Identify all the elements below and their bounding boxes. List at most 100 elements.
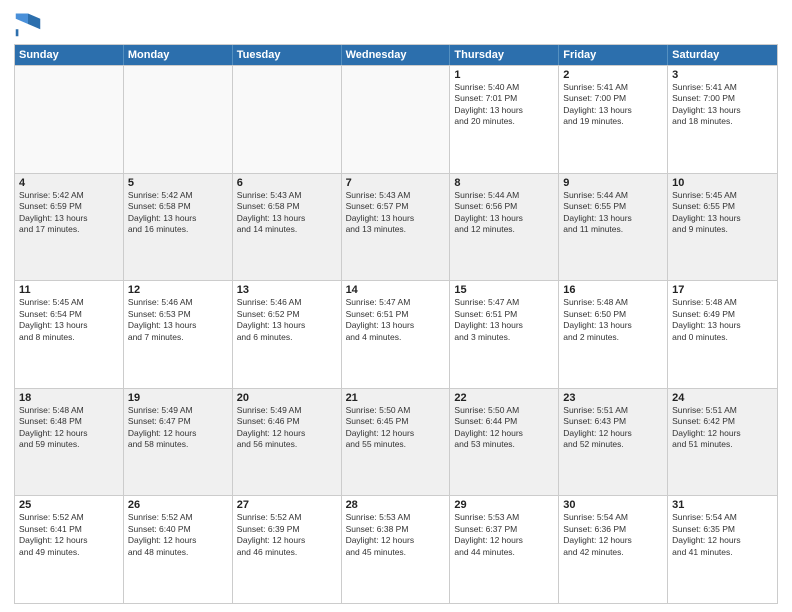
day-number: 21 [346, 392, 446, 404]
day-number: 2 [563, 69, 663, 81]
cal-cell: 12Sunrise: 5:46 AM Sunset: 6:53 PM Dayli… [124, 281, 233, 388]
cell-text: Sunrise: 5:53 AM Sunset: 6:38 PM Dayligh… [346, 512, 446, 558]
cal-cell: 7Sunrise: 5:43 AM Sunset: 6:57 PM Daylig… [342, 174, 451, 281]
cal-cell: 21Sunrise: 5:50 AM Sunset: 6:45 PM Dayli… [342, 389, 451, 496]
cell-text: Sunrise: 5:48 AM Sunset: 6:48 PM Dayligh… [19, 405, 119, 451]
cal-cell [233, 66, 342, 173]
day-number: 1 [454, 69, 554, 81]
day-number: 13 [237, 284, 337, 296]
cal-row-3: 18Sunrise: 5:48 AM Sunset: 6:48 PM Dayli… [15, 388, 777, 496]
cal-cell: 16Sunrise: 5:48 AM Sunset: 6:50 PM Dayli… [559, 281, 668, 388]
cal-cell: 10Sunrise: 5:45 AM Sunset: 6:55 PM Dayli… [668, 174, 777, 281]
cal-cell: 1Sunrise: 5:40 AM Sunset: 7:01 PM Daylig… [450, 66, 559, 173]
day-number: 18 [19, 392, 119, 404]
cal-cell: 24Sunrise: 5:51 AM Sunset: 6:42 PM Dayli… [668, 389, 777, 496]
day-number: 6 [237, 177, 337, 189]
cell-text: Sunrise: 5:40 AM Sunset: 7:01 PM Dayligh… [454, 82, 554, 128]
day-number: 29 [454, 499, 554, 511]
day-number: 8 [454, 177, 554, 189]
day-number: 30 [563, 499, 663, 511]
cal-cell: 13Sunrise: 5:46 AM Sunset: 6:52 PM Dayli… [233, 281, 342, 388]
day-number: 3 [672, 69, 773, 81]
logo [14, 10, 46, 38]
cal-cell: 29Sunrise: 5:53 AM Sunset: 6:37 PM Dayli… [450, 496, 559, 603]
cell-text: Sunrise: 5:47 AM Sunset: 6:51 PM Dayligh… [346, 297, 446, 343]
day-number: 26 [128, 499, 228, 511]
cell-text: Sunrise: 5:43 AM Sunset: 6:57 PM Dayligh… [346, 190, 446, 236]
cal-cell: 27Sunrise: 5:52 AM Sunset: 6:39 PM Dayli… [233, 496, 342, 603]
cell-text: Sunrise: 5:44 AM Sunset: 6:55 PM Dayligh… [563, 190, 663, 236]
day-number: 28 [346, 499, 446, 511]
logo-icon [14, 10, 42, 38]
calendar-header: SundayMondayTuesdayWednesdayThursdayFrid… [15, 45, 777, 65]
cal-cell: 3Sunrise: 5:41 AM Sunset: 7:00 PM Daylig… [668, 66, 777, 173]
day-number: 4 [19, 177, 119, 189]
weekday-header-sunday: Sunday [15, 45, 124, 65]
cal-cell: 23Sunrise: 5:51 AM Sunset: 6:43 PM Dayli… [559, 389, 668, 496]
day-number: 24 [672, 392, 773, 404]
cell-text: Sunrise: 5:45 AM Sunset: 6:54 PM Dayligh… [19, 297, 119, 343]
cal-cell: 11Sunrise: 5:45 AM Sunset: 6:54 PM Dayli… [15, 281, 124, 388]
day-number: 9 [563, 177, 663, 189]
weekday-header-monday: Monday [124, 45, 233, 65]
cell-text: Sunrise: 5:48 AM Sunset: 6:50 PM Dayligh… [563, 297, 663, 343]
cell-text: Sunrise: 5:42 AM Sunset: 6:59 PM Dayligh… [19, 190, 119, 236]
cell-text: Sunrise: 5:52 AM Sunset: 6:41 PM Dayligh… [19, 512, 119, 558]
cal-cell: 14Sunrise: 5:47 AM Sunset: 6:51 PM Dayli… [342, 281, 451, 388]
cal-cell: 5Sunrise: 5:42 AM Sunset: 6:58 PM Daylig… [124, 174, 233, 281]
cell-text: Sunrise: 5:52 AM Sunset: 6:39 PM Dayligh… [237, 512, 337, 558]
header [14, 10, 778, 38]
cell-text: Sunrise: 5:43 AM Sunset: 6:58 PM Dayligh… [237, 190, 337, 236]
day-number: 12 [128, 284, 228, 296]
day-number: 16 [563, 284, 663, 296]
day-number: 15 [454, 284, 554, 296]
cell-text: Sunrise: 5:45 AM Sunset: 6:55 PM Dayligh… [672, 190, 773, 236]
cell-text: Sunrise: 5:46 AM Sunset: 6:52 PM Dayligh… [237, 297, 337, 343]
cell-text: Sunrise: 5:54 AM Sunset: 6:36 PM Dayligh… [563, 512, 663, 558]
day-number: 17 [672, 284, 773, 296]
calendar-body: 1Sunrise: 5:40 AM Sunset: 7:01 PM Daylig… [15, 65, 777, 603]
cell-text: Sunrise: 5:50 AM Sunset: 6:45 PM Dayligh… [346, 405, 446, 451]
cell-text: Sunrise: 5:51 AM Sunset: 6:42 PM Dayligh… [672, 405, 773, 451]
cal-cell [124, 66, 233, 173]
day-number: 11 [19, 284, 119, 296]
weekday-header-wednesday: Wednesday [342, 45, 451, 65]
cal-cell [342, 66, 451, 173]
cell-text: Sunrise: 5:42 AM Sunset: 6:58 PM Dayligh… [128, 190, 228, 236]
day-number: 22 [454, 392, 554, 404]
day-number: 10 [672, 177, 773, 189]
cal-cell: 20Sunrise: 5:49 AM Sunset: 6:46 PM Dayli… [233, 389, 342, 496]
cal-cell: 4Sunrise: 5:42 AM Sunset: 6:59 PM Daylig… [15, 174, 124, 281]
cell-text: Sunrise: 5:53 AM Sunset: 6:37 PM Dayligh… [454, 512, 554, 558]
cal-cell: 19Sunrise: 5:49 AM Sunset: 6:47 PM Dayli… [124, 389, 233, 496]
cal-row-1: 4Sunrise: 5:42 AM Sunset: 6:59 PM Daylig… [15, 173, 777, 281]
cal-cell: 26Sunrise: 5:52 AM Sunset: 6:40 PM Dayli… [124, 496, 233, 603]
day-number: 27 [237, 499, 337, 511]
day-number: 19 [128, 392, 228, 404]
day-number: 23 [563, 392, 663, 404]
cal-cell: 6Sunrise: 5:43 AM Sunset: 6:58 PM Daylig… [233, 174, 342, 281]
cell-text: Sunrise: 5:52 AM Sunset: 6:40 PM Dayligh… [128, 512, 228, 558]
cell-text: Sunrise: 5:50 AM Sunset: 6:44 PM Dayligh… [454, 405, 554, 451]
day-number: 5 [128, 177, 228, 189]
calendar: SundayMondayTuesdayWednesdayThursdayFrid… [14, 44, 778, 604]
cal-cell: 30Sunrise: 5:54 AM Sunset: 6:36 PM Dayli… [559, 496, 668, 603]
cell-text: Sunrise: 5:54 AM Sunset: 6:35 PM Dayligh… [672, 512, 773, 558]
cal-cell: 8Sunrise: 5:44 AM Sunset: 6:56 PM Daylig… [450, 174, 559, 281]
cell-text: Sunrise: 5:41 AM Sunset: 7:00 PM Dayligh… [563, 82, 663, 128]
day-number: 7 [346, 177, 446, 189]
cal-cell: 15Sunrise: 5:47 AM Sunset: 6:51 PM Dayli… [450, 281, 559, 388]
cal-cell: 18Sunrise: 5:48 AM Sunset: 6:48 PM Dayli… [15, 389, 124, 496]
day-number: 14 [346, 284, 446, 296]
day-number: 20 [237, 392, 337, 404]
cal-cell: 17Sunrise: 5:48 AM Sunset: 6:49 PM Dayli… [668, 281, 777, 388]
cal-cell: 28Sunrise: 5:53 AM Sunset: 6:38 PM Dayli… [342, 496, 451, 603]
weekday-header-saturday: Saturday [668, 45, 777, 65]
cell-text: Sunrise: 5:47 AM Sunset: 6:51 PM Dayligh… [454, 297, 554, 343]
day-number: 25 [19, 499, 119, 511]
cal-cell [15, 66, 124, 173]
cell-text: Sunrise: 5:51 AM Sunset: 6:43 PM Dayligh… [563, 405, 663, 451]
cell-text: Sunrise: 5:41 AM Sunset: 7:00 PM Dayligh… [672, 82, 773, 128]
cell-text: Sunrise: 5:44 AM Sunset: 6:56 PM Dayligh… [454, 190, 554, 236]
cal-cell: 9Sunrise: 5:44 AM Sunset: 6:55 PM Daylig… [559, 174, 668, 281]
